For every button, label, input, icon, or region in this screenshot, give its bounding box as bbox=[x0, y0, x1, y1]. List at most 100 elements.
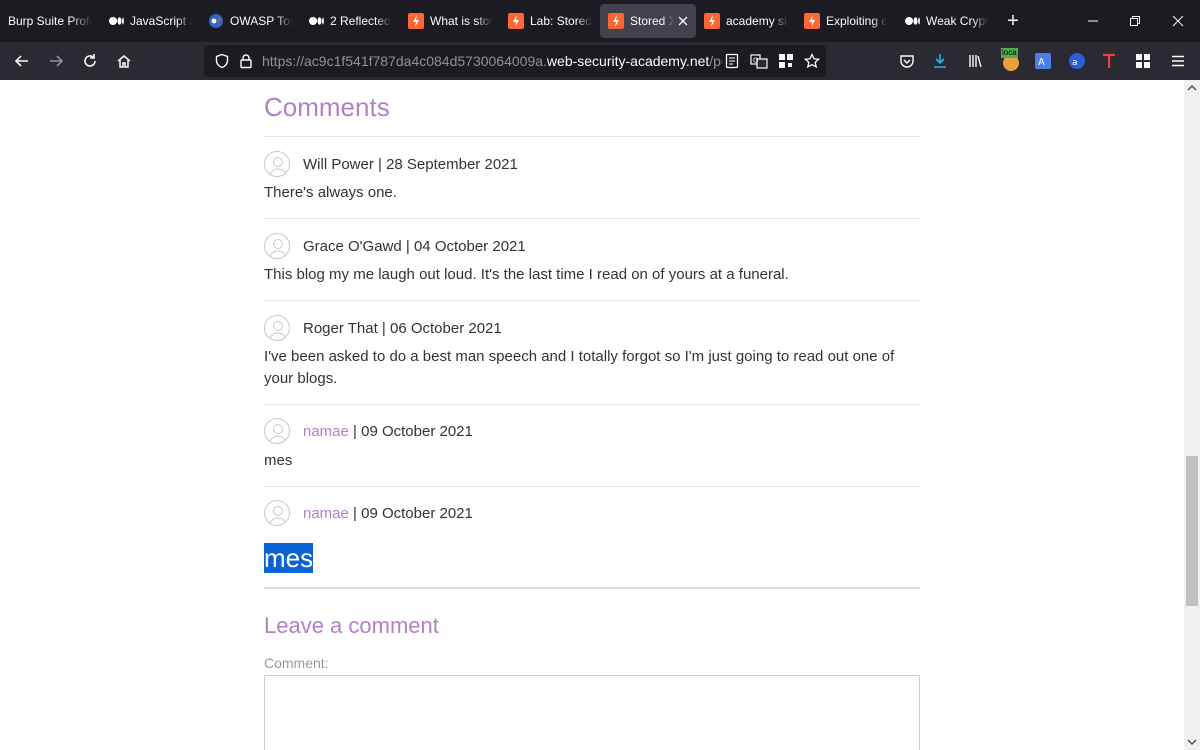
extension-localhost-button[interactable]: loca bbox=[994, 42, 1028, 80]
close-icon bbox=[1172, 15, 1184, 27]
reload-button[interactable] bbox=[74, 45, 106, 77]
comment-date: 09 October 2021 bbox=[361, 422, 473, 440]
comment-text: This blog my me laugh out loud. It's the… bbox=[264, 266, 789, 283]
scroll-down-arrow-icon[interactable] bbox=[1187, 737, 1197, 747]
library-icon bbox=[969, 55, 982, 68]
forward-button[interactable] bbox=[40, 45, 72, 77]
extension-badge-text: loca bbox=[1001, 48, 1018, 58]
browser-tab[interactable]: JavaScript a bbox=[100, 4, 200, 38]
scrollbar-thumb[interactable] bbox=[1186, 456, 1198, 606]
translate-extension-icon: A bbox=[1035, 53, 1051, 69]
leave-comment-heading: Leave a comment bbox=[264, 613, 439, 638]
comment-author-link[interactable]: namae bbox=[303, 423, 349, 440]
bookmark-star-icon[interactable] bbox=[804, 53, 820, 69]
restore-button[interactable] bbox=[1114, 0, 1156, 42]
close-window-button[interactable] bbox=[1157, 0, 1199, 42]
portswigger-icon bbox=[704, 13, 720, 29]
download-icon bbox=[934, 54, 946, 68]
url-text[interactable]: https://ac9c1f541f787da4c084d5730064009a… bbox=[262, 53, 722, 69]
extensions-button[interactable] bbox=[1126, 42, 1160, 80]
library-button[interactable] bbox=[958, 42, 992, 80]
selected-comment-text: mes bbox=[264, 543, 314, 573]
svg-text:a: a bbox=[1072, 58, 1078, 68]
comment-separator: | bbox=[377, 319, 390, 337]
browser-tab[interactable]: Lab: Stored bbox=[500, 4, 600, 38]
comment-date: 04 October 2021 bbox=[413, 237, 526, 255]
arrow-right-icon bbox=[50, 55, 64, 67]
home-icon bbox=[117, 55, 131, 68]
back-button[interactable] bbox=[6, 45, 38, 77]
browser-tab[interactable]: academy sit bbox=[696, 4, 796, 38]
browser-tab[interactable]: 2 Reflected bbox=[300, 4, 400, 38]
qr-code-icon[interactable] bbox=[778, 53, 794, 69]
browser-tab[interactable]: Stored XS bbox=[600, 4, 696, 38]
divider bbox=[264, 404, 920, 405]
url-domain: web-security-academy.net bbox=[546, 53, 710, 69]
tracking-protection-shield-icon[interactable] bbox=[214, 53, 230, 69]
pocket-button[interactable] bbox=[890, 42, 924, 80]
avatar-icon bbox=[264, 315, 290, 341]
scroll-up-arrow-icon[interactable] bbox=[1187, 83, 1197, 93]
comment-text: mes bbox=[264, 452, 293, 469]
browser-tab[interactable]: Burp Suite Profe bbox=[0, 4, 100, 38]
portswigger-icon bbox=[608, 13, 624, 29]
comments-heading: Comments bbox=[264, 92, 390, 122]
comment-header: Grace O'Gawd | 04 October 2021 bbox=[264, 233, 526, 259]
extension-language-button[interactable]: a bbox=[1060, 42, 1094, 80]
downloads-button[interactable] bbox=[923, 42, 957, 80]
avatar-icon bbox=[264, 233, 290, 259]
tab-title: 2 Reflected bbox=[330, 14, 391, 28]
translate-icon[interactable]: G bbox=[750, 53, 768, 69]
url-path: /post?p bbox=[709, 53, 722, 69]
comment-separator: | bbox=[401, 237, 414, 255]
url-bar[interactable]: https://ac9c1f541f787da4c084d5730064009a… bbox=[204, 45, 826, 77]
medium-icon bbox=[904, 13, 920, 29]
browser-tab[interactable]: Exploiting c bbox=[796, 4, 896, 38]
medium-icon bbox=[108, 13, 124, 29]
browser-tab[interactable]: Weak Crypto bbox=[896, 4, 996, 38]
comment-text-large: mes bbox=[264, 543, 314, 573]
comment-author: Grace O'Gawd bbox=[303, 237, 402, 255]
tab-title: Burp Suite Profe bbox=[8, 14, 92, 28]
avatar-icon bbox=[264, 151, 290, 177]
navigation-toolbar: https://ac9c1f541f787da4c084d5730064009a… bbox=[0, 42, 1200, 80]
browser-tab[interactable]: What is stor bbox=[400, 4, 500, 38]
extension-translate-button[interactable]: A bbox=[1026, 42, 1060, 80]
vertical-scrollbar[interactable] bbox=[1184, 80, 1200, 750]
comment-header: namae | 09 October 2021 bbox=[264, 418, 473, 444]
tab-title: What is stor bbox=[430, 14, 492, 28]
comment-separator: | bbox=[348, 504, 362, 522]
browser-tab[interactable]: OWASP Top bbox=[200, 4, 300, 38]
reader-view-icon[interactable] bbox=[724, 53, 740, 69]
letter-t-icon bbox=[1103, 53, 1115, 68]
comment-separator: | bbox=[348, 422, 362, 440]
portswigger-icon bbox=[508, 13, 524, 29]
arrow-left-icon bbox=[14, 55, 28, 67]
portswigger-icon bbox=[804, 13, 820, 29]
tab-strip: Burp Suite Profe JavaScript a OWASP Top 2 R… bbox=[0, 0, 1200, 42]
new-tab-button[interactable]: + bbox=[998, 10, 1028, 33]
divider bbox=[264, 136, 920, 137]
comment-date: 06 October 2021 bbox=[390, 319, 502, 337]
comment-header: Will Power | 28 September 2021 bbox=[264, 151, 518, 177]
lock-icon[interactable] bbox=[238, 53, 254, 69]
puzzle-grid-icon bbox=[1136, 54, 1150, 68]
home-button[interactable] bbox=[108, 45, 140, 77]
medium-icon bbox=[308, 13, 324, 29]
divider bbox=[264, 300, 920, 301]
comment-textarea[interactable] bbox=[264, 675, 920, 750]
minimize-button[interactable] bbox=[1072, 0, 1114, 42]
portswigger-icon bbox=[408, 13, 424, 29]
tab-close-icon[interactable] bbox=[678, 14, 688, 29]
comment-date: 28 September 2021 bbox=[386, 155, 518, 173]
comment-text: I've been asked to do a best man speech … bbox=[264, 348, 895, 387]
hamburger-menu-icon bbox=[1172, 55, 1184, 67]
extension-t-button[interactable] bbox=[1092, 42, 1126, 80]
avatar-icon bbox=[264, 500, 290, 526]
comment-text: There's always one. bbox=[264, 184, 397, 201]
tab-title: academy sit bbox=[726, 14, 788, 28]
comment-author: Will Power bbox=[303, 155, 374, 173]
comment-author-link[interactable]: namae bbox=[303, 505, 349, 522]
menu-button[interactable] bbox=[1161, 42, 1195, 80]
avatar-icon bbox=[264, 418, 290, 444]
